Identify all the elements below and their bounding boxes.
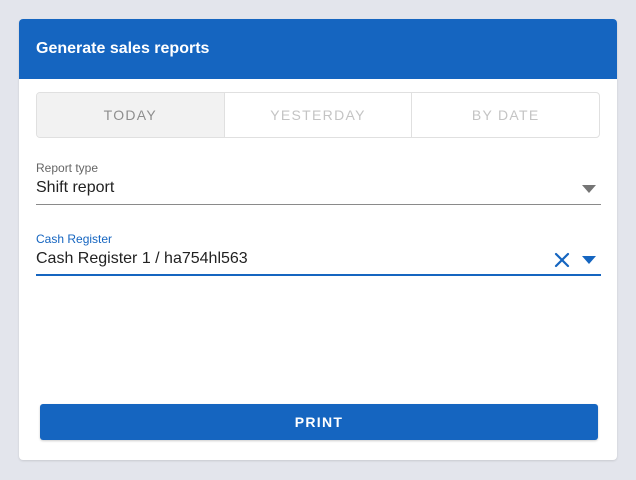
cash-register-select[interactable]: Cash Register Cash Register 1 / ha754hl5… [36,232,601,278]
dropdown-arrow-icon[interactable] [581,184,597,194]
print-button[interactable]: PRINT [40,404,598,440]
report-type-value: Shift report [36,179,115,196]
tab-yesterday[interactable]: YESTERDAY [223,93,412,137]
dropdown-arrow-icon[interactable] [581,255,597,265]
report-type-underline [36,204,601,205]
report-type-select[interactable]: Report type Shift report [36,161,601,205]
report-card: Generate sales reports TODAY YESTERDAY B… [19,19,617,460]
clear-icon[interactable] [553,251,571,269]
card-header: Generate sales reports [19,19,617,79]
cash-register-value: Cash Register 1 / ha754hl563 [36,250,248,267]
period-tabs: TODAY YESTERDAY BY DATE [36,92,600,138]
cash-register-underline [36,274,601,276]
tab-today[interactable]: TODAY [37,93,224,137]
card-title: Generate sales reports [36,40,210,57]
tab-by-date[interactable]: BY DATE [411,93,599,137]
report-type-label: Report type [36,161,99,175]
cash-register-label: Cash Register [36,232,113,246]
